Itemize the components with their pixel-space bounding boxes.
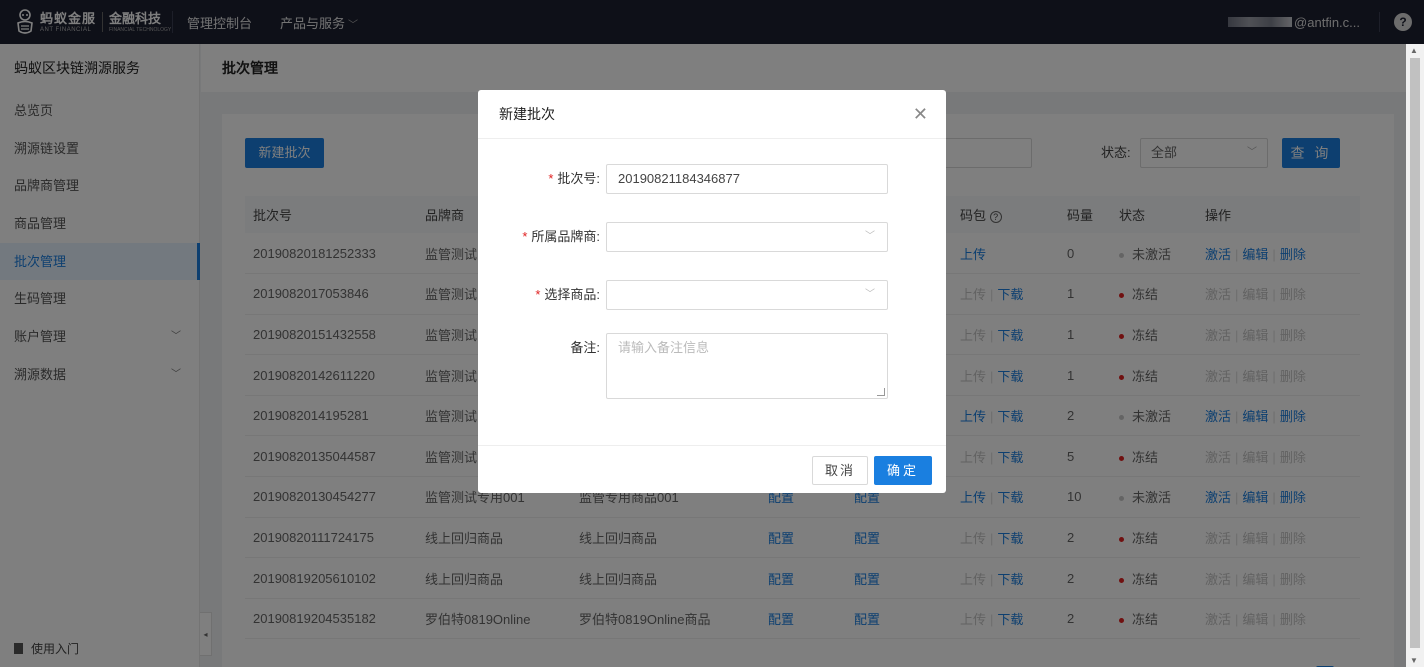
chevron-down-icon: ﹀ (865, 231, 875, 242)
batch-number-input[interactable]: 20190821184346877 (606, 164, 888, 194)
remark-textarea[interactable]: 请输入备注信息 (606, 333, 888, 399)
brand-row: * 所属品牌商: ﹀ (478, 222, 946, 252)
chevron-down-icon: ﹀ (865, 289, 875, 300)
brand-label: * 所属品牌商: (522, 229, 600, 244)
product-row: * 选择商品: ﹀ (478, 280, 946, 310)
new-batch-dialog: 新建批次 ✕ * 批次号: 20190821184346877 * 所属品牌商: ﹀… (478, 90, 946, 493)
brand-label-text: 所属品牌商: (531, 229, 600, 244)
confirm-button[interactable]: 确定 (874, 456, 932, 485)
batch-number-row: * 批次号: 20190821184346877 (478, 164, 946, 194)
product-select[interactable]: ﹀ (606, 280, 888, 310)
remark-placeholder: 请输入备注信息 (618, 340, 710, 355)
cancel-button[interactable]: 取消 (812, 456, 868, 485)
remark-label: 备注: (570, 340, 600, 355)
batch-number-label-text: 批次号: (557, 171, 600, 186)
product-label-text: 选择商品: (544, 287, 600, 302)
page-scrollbar[interactable]: ▲ ▼ (1406, 44, 1424, 667)
brand-select[interactable]: ﹀ (606, 222, 888, 252)
resize-grip-icon[interactable] (877, 388, 885, 396)
product-label: * 选择商品: (535, 287, 600, 302)
remark-row: 备注: 请输入备注信息 (478, 333, 946, 399)
close-icon[interactable]: ✕ (913, 90, 928, 139)
scroll-down-icon[interactable]: ▼ (1410, 656, 1418, 665)
scroll-up-icon[interactable]: ▲ (1410, 46, 1418, 55)
dialog-title: 新建批次 (499, 106, 555, 122)
scrollbar-thumb[interactable] (1410, 58, 1420, 648)
batch-number-label: * 批次号: (548, 171, 600, 186)
